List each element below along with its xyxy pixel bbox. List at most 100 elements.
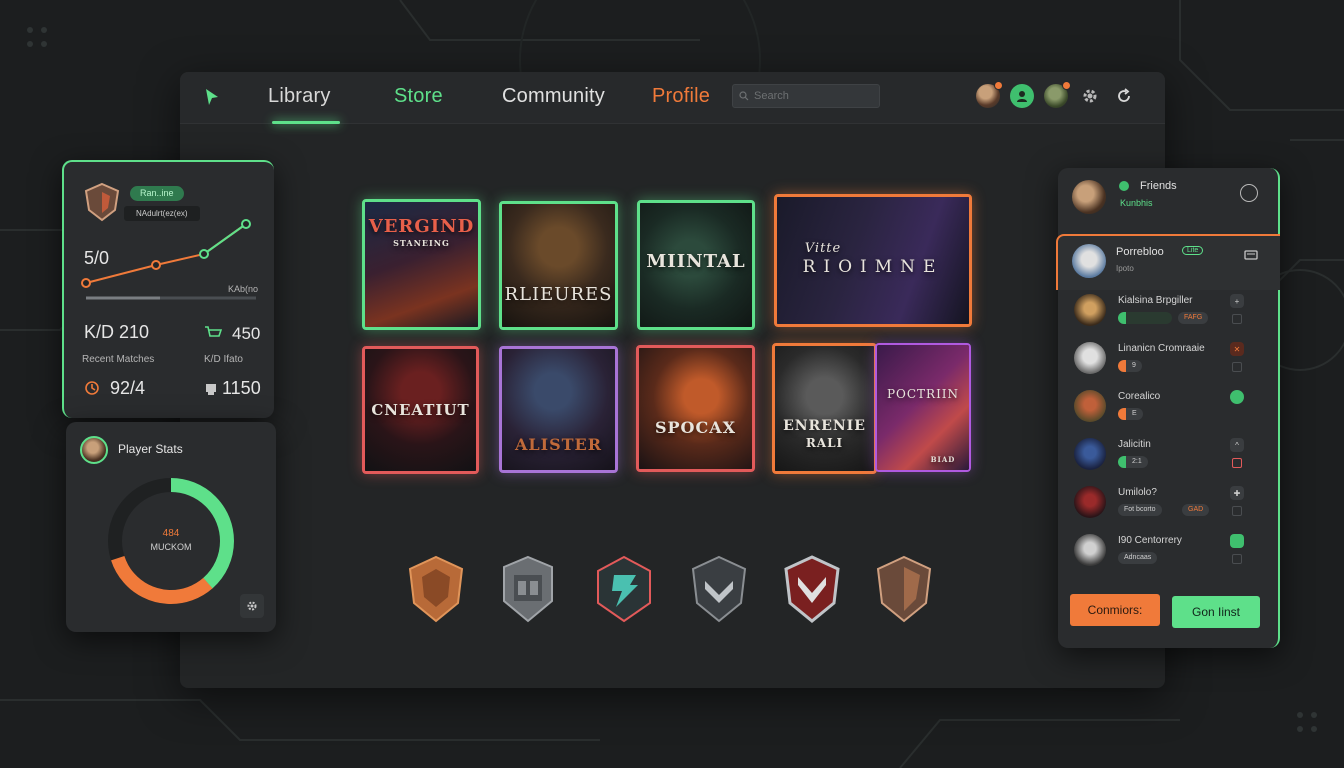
- friend-avatar-notification[interactable]: [1044, 81, 1071, 108]
- player-avatar[interactable]: [80, 436, 108, 464]
- game-title: CNEATIUT: [371, 401, 470, 419]
- game-subtitle: RALI: [805, 436, 844, 450]
- friend-avatar: [1074, 486, 1106, 518]
- search-input[interactable]: [754, 90, 874, 102]
- game-title: SPOCAX: [654, 418, 737, 437]
- recent-matches-label: Recent Matches: [82, 354, 155, 365]
- game-card-8[interactable]: ENRENIE RALI: [772, 343, 877, 474]
- gamepad-icon[interactable]: ✚: [1230, 486, 1244, 500]
- teal-emblem-badge-icon[interactable]: [592, 553, 656, 625]
- friend-checkbox[interactable]: [1232, 554, 1242, 564]
- featured-friend-name: Porrebloo: [1116, 246, 1164, 258]
- game-title: POCTRIIN: [886, 387, 960, 401]
- top-navigation-bar: Library Store Community Profile: [180, 72, 1165, 124]
- friend-row-4[interactable]: Jalicitin 2:1 ^: [1072, 434, 1268, 476]
- stats-panel: Ran..ine NAdulrt(ez(ex) 5/0 KAb(no K/D 2…: [62, 160, 274, 418]
- online-status-icon[interactable]: [1230, 390, 1244, 404]
- friend-name: Linanicn Cromraaie: [1118, 343, 1205, 354]
- copper-shield-badge-icon[interactable]: [872, 553, 936, 625]
- steel-helmet-badge-icon[interactable]: [496, 553, 560, 625]
- friend-name: Jalicitin: [1118, 439, 1151, 450]
- game-subtitle: Vitte: [804, 241, 842, 256]
- friends-subtitle: Kunbhis: [1120, 198, 1153, 208]
- search-icon: [739, 91, 749, 101]
- add-friend-icon[interactable]: +: [1230, 294, 1244, 308]
- online-status-icon[interactable]: [1230, 534, 1244, 548]
- friend-tag: GAD: [1182, 504, 1210, 516]
- settings-button[interactable]: [1078, 84, 1102, 108]
- game-title: RLIEURES: [504, 284, 613, 305]
- game-title: ENRENIE: [783, 418, 866, 434]
- user-icon: [1017, 91, 1027, 102]
- red-shield-badge-icon[interactable]: [780, 553, 844, 625]
- friend-tag: FAFG: [1178, 312, 1209, 324]
- game-card-7[interactable]: SPOCAX: [636, 345, 755, 472]
- friends-left-button[interactable]: Conmiors:: [1070, 594, 1160, 626]
- game-title: RIOIMNE: [802, 257, 944, 277]
- friend-checkbox[interactable]: [1232, 458, 1242, 468]
- player-stats-title: Player Stats: [118, 442, 183, 456]
- online-icon: [1119, 181, 1129, 191]
- friend-row-6[interactable]: I90 Centorrery Adncaas: [1072, 530, 1268, 572]
- friends-refresh-button[interactable]: [1240, 184, 1258, 202]
- cursor-icon: [206, 89, 218, 105]
- message-icon[interactable]: [1244, 250, 1258, 262]
- friend-tag: Fot bcorto: [1118, 504, 1162, 516]
- search-box[interactable]: [732, 84, 880, 108]
- progress-ring-orange-arc: [108, 478, 234, 604]
- tab-profile[interactable]: Profile: [652, 85, 710, 108]
- tab-community[interactable]: Community: [502, 85, 605, 108]
- friend-avatar: [1074, 294, 1106, 326]
- friend-row-2[interactable]: Linanicn Cromraaie 9 ✕: [1072, 338, 1268, 380]
- friend-checkbox[interactable]: [1232, 506, 1242, 516]
- game-card-6[interactable]: ALISTER: [499, 346, 618, 473]
- friend-row-5[interactable]: Umilolo? Fot bcorto GAD ✚: [1072, 482, 1268, 524]
- ring-label: MUCKOM: [150, 542, 192, 552]
- refresh-button[interactable]: [1112, 84, 1136, 108]
- game-card-9[interactable]: POCTRIIN BIAD: [875, 343, 971, 472]
- cart-icon: [205, 326, 222, 337]
- featured-friend-avatar: [1072, 244, 1106, 278]
- friends-avatar-group: [1072, 180, 1106, 214]
- tab-library[interactable]: Library: [268, 85, 331, 108]
- online-status-avatar[interactable]: [1010, 84, 1034, 108]
- friend-tag: E: [1118, 408, 1143, 420]
- game-title: MIINTAL: [646, 251, 746, 272]
- game-title: ALISTER: [514, 435, 603, 454]
- tab-store[interactable]: Store: [394, 85, 443, 108]
- friend-action-icon[interactable]: ✕: [1230, 342, 1244, 356]
- ring-value: 484: [162, 528, 180, 539]
- game-card-4[interactable]: Vitte RIOIMNE: [774, 194, 972, 327]
- friend-row-3[interactable]: Corealico E: [1072, 386, 1268, 428]
- game-card-2[interactable]: RLIEURES: [499, 201, 618, 330]
- friend-name: I90 Centorrery: [1118, 535, 1182, 546]
- friend-checkbox[interactable]: [1232, 362, 1242, 372]
- friend-row-1[interactable]: Kialsina Brpgiller FAFG +: [1072, 290, 1268, 332]
- chart-caption: KAb(no: [228, 284, 259, 294]
- bronze-shield-badge-icon[interactable]: [404, 553, 468, 625]
- player-stats-panel: Player Stats 484 MUCKOM: [66, 422, 276, 632]
- game-card-5[interactable]: CNEATIUT: [362, 346, 479, 474]
- game-card-1[interactable]: VERGIND STANEING: [362, 199, 481, 330]
- game-card-3[interactable]: MIINTAL: [637, 200, 755, 330]
- clock-icon: [85, 381, 99, 395]
- notification-dot: [1062, 81, 1071, 90]
- featured-friend-status: Lite: [1182, 246, 1204, 255]
- panel-settings-button[interactable]: [240, 594, 264, 618]
- chevron-up-icon[interactable]: ^: [1230, 438, 1244, 452]
- game-subtitle: STANEING: [393, 238, 450, 248]
- game-cover-art: [502, 204, 615, 327]
- friends-header: Friends Kunbhis: [1058, 168, 1280, 230]
- friends-panel: Friends Kunbhis Porrebloo Lite Ipoto Kia…: [1056, 168, 1280, 648]
- rank-label: Ran..ine: [130, 186, 184, 201]
- friend-checkbox[interactable]: [1232, 314, 1242, 324]
- featured-friend-sub: Ipoto: [1116, 264, 1134, 273]
- friend-tag: Adncaas: [1118, 552, 1158, 564]
- friends-right-button[interactable]: Gon Iinst: [1172, 596, 1260, 628]
- friend-progress-tag: [1118, 312, 1172, 324]
- user-avatar[interactable]: [976, 81, 1003, 108]
- game-title: VERGIND: [368, 216, 475, 237]
- friend-tag: 2:1: [1118, 456, 1148, 468]
- chevron-shield-badge-icon[interactable]: [687, 553, 751, 625]
- featured-friend[interactable]: Porrebloo Lite Ipoto: [1056, 234, 1280, 290]
